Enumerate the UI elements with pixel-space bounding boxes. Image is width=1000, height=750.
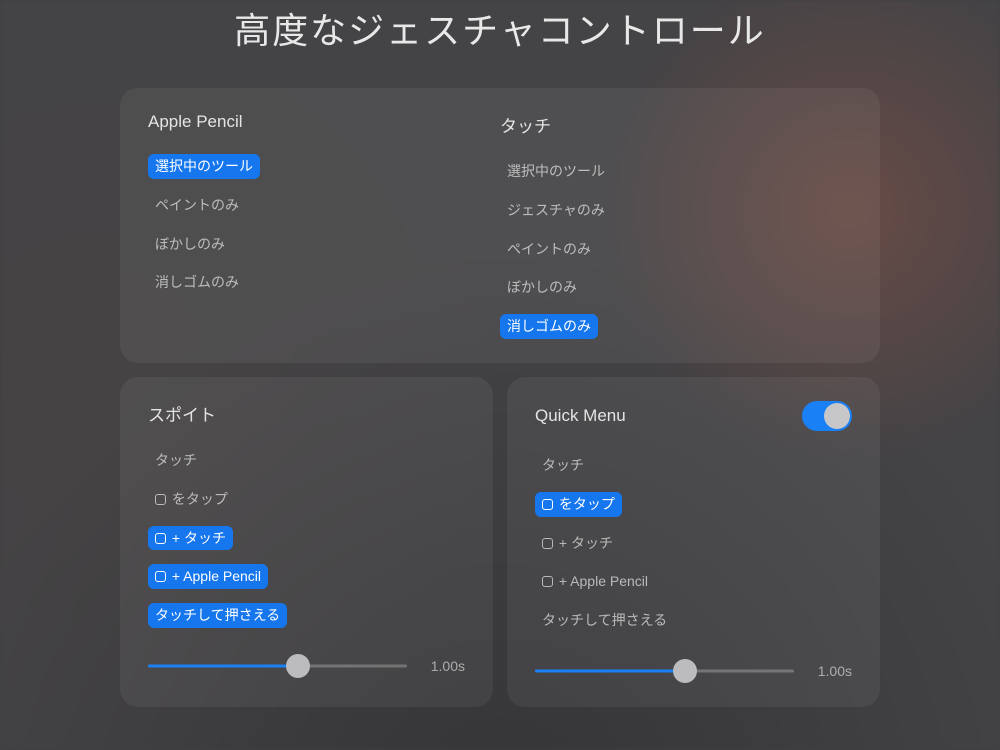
- page-title: 高度なジェスチャコントロール: [0, 0, 1000, 54]
- option-label: タッチ: [542, 457, 584, 473]
- tool-mode-panel: Apple Pencil 選択中のツールペイントのみぼかしのみ消しゴムのみ タッ…: [120, 88, 880, 363]
- option-item[interactable]: + Apple Pencil: [535, 569, 655, 594]
- square-icon: [155, 494, 166, 505]
- slider-fill: [535, 669, 685, 672]
- option-label: ペイントのみ: [507, 241, 591, 257]
- panels-wrapper: Apple Pencil 選択中のツールペイントのみぼかしのみ消しゴムのみ タッ…: [0, 54, 1000, 707]
- quickmenu-slider-row: 1.00s: [535, 657, 852, 685]
- bottom-panels-row: スポイト タッチ をタップ + タッチ + Apple Pencil タッチして押…: [120, 377, 880, 707]
- square-icon: [542, 538, 553, 549]
- option-label: をタップ: [559, 496, 615, 512]
- quickmenu-slider-value: 1.00s: [812, 663, 852, 679]
- eyedropper-options: タッチ をタップ + タッチ + Apple Pencil タッチして押さえる: [148, 448, 465, 628]
- option-item[interactable]: をタップ: [148, 487, 235, 512]
- eyedropper-delay-slider[interactable]: [148, 652, 407, 680]
- apple-pencil-column: Apple Pencil 選択中のツールペイントのみぼかしのみ消しゴムのみ: [148, 112, 500, 339]
- option-item[interactable]: ぼかしのみ: [148, 232, 232, 257]
- option-item[interactable]: ペイントのみ: [500, 237, 598, 262]
- apple-pencil-options: 選択中のツールペイントのみぼかしのみ消しゴムのみ: [148, 154, 500, 295]
- option-item[interactable]: + タッチ: [148, 526, 233, 551]
- touch-options: 選択中のツールジェスチャのみペイントのみぼかしのみ消しゴムのみ: [500, 159, 852, 339]
- option-item[interactable]: 消しゴムのみ: [148, 270, 246, 295]
- option-label: ぼかしのみ: [155, 236, 225, 252]
- quickmenu-toggle[interactable]: [802, 401, 852, 431]
- option-item[interactable]: タッチして押さえる: [535, 608, 674, 633]
- option-item[interactable]: タッチ: [148, 448, 204, 473]
- option-item[interactable]: + タッチ: [535, 531, 620, 556]
- touch-header: タッチ: [500, 112, 852, 137]
- option-item[interactable]: タッチして押さえる: [148, 603, 287, 628]
- option-label: 消しゴムのみ: [507, 318, 591, 334]
- option-label: ジェスチャのみ: [507, 202, 605, 218]
- option-item[interactable]: ペイントのみ: [148, 193, 246, 218]
- option-item[interactable]: をタップ: [535, 492, 622, 517]
- quickmenu-options: タッチ をタップ + タッチ + Apple Pencil タッチして押さえる: [535, 453, 852, 633]
- quickmenu-panel: Quick Menu タッチ をタップ + タッチ + Apple Pencil…: [507, 377, 880, 707]
- option-item[interactable]: ぼかしのみ: [500, 275, 584, 300]
- square-icon: [542, 499, 553, 510]
- option-label: + タッチ: [172, 530, 226, 546]
- toggle-knob: [824, 403, 850, 429]
- option-label: タッチして押さえる: [542, 612, 667, 628]
- option-label: + Apple Pencil: [172, 568, 261, 584]
- square-icon: [542, 576, 553, 587]
- slider-thumb[interactable]: [673, 659, 697, 683]
- quickmenu-header: Quick Menu: [535, 406, 626, 426]
- slider-thumb[interactable]: [286, 654, 310, 678]
- option-label: ぼかしのみ: [507, 279, 577, 295]
- eyedropper-header: スポイト: [148, 401, 216, 426]
- option-item[interactable]: 消しゴムのみ: [500, 314, 598, 339]
- touch-column: タッチ 選択中のツールジェスチャのみペイントのみぼかしのみ消しゴムのみ: [500, 112, 852, 339]
- quickmenu-panel-head: Quick Menu: [535, 401, 852, 431]
- option-label: をタップ: [172, 491, 228, 507]
- option-item[interactable]: 選択中のツール: [148, 154, 260, 179]
- square-icon: [155, 533, 166, 544]
- eyedropper-slider-row: 1.00s: [148, 652, 465, 680]
- slider-fill: [148, 664, 298, 667]
- option-item[interactable]: ジェスチャのみ: [500, 198, 612, 223]
- option-label: + タッチ: [559, 535, 613, 551]
- option-item[interactable]: タッチ: [535, 453, 591, 478]
- option-label: タッチして押さえる: [155, 607, 280, 623]
- option-item[interactable]: + Apple Pencil: [148, 564, 268, 589]
- eyedropper-panel-head: スポイト: [148, 401, 465, 426]
- option-label: 消しゴムのみ: [155, 274, 239, 290]
- option-label: タッチ: [155, 452, 197, 468]
- option-label: + Apple Pencil: [559, 573, 648, 589]
- option-item[interactable]: 選択中のツール: [500, 159, 612, 184]
- option-label: 選択中のツール: [155, 158, 253, 174]
- apple-pencil-header: Apple Pencil: [148, 112, 500, 132]
- option-label: 選択中のツール: [507, 163, 605, 179]
- square-icon: [155, 571, 166, 582]
- quickmenu-delay-slider[interactable]: [535, 657, 794, 685]
- settings-container: 高度なジェスチャコントロール Apple Pencil 選択中のツールペイントの…: [0, 0, 1000, 750]
- eyedropper-slider-value: 1.00s: [425, 658, 465, 674]
- eyedropper-panel: スポイト タッチ をタップ + タッチ + Apple Pencil タッチして押…: [120, 377, 493, 707]
- option-label: ペイントのみ: [155, 197, 239, 213]
